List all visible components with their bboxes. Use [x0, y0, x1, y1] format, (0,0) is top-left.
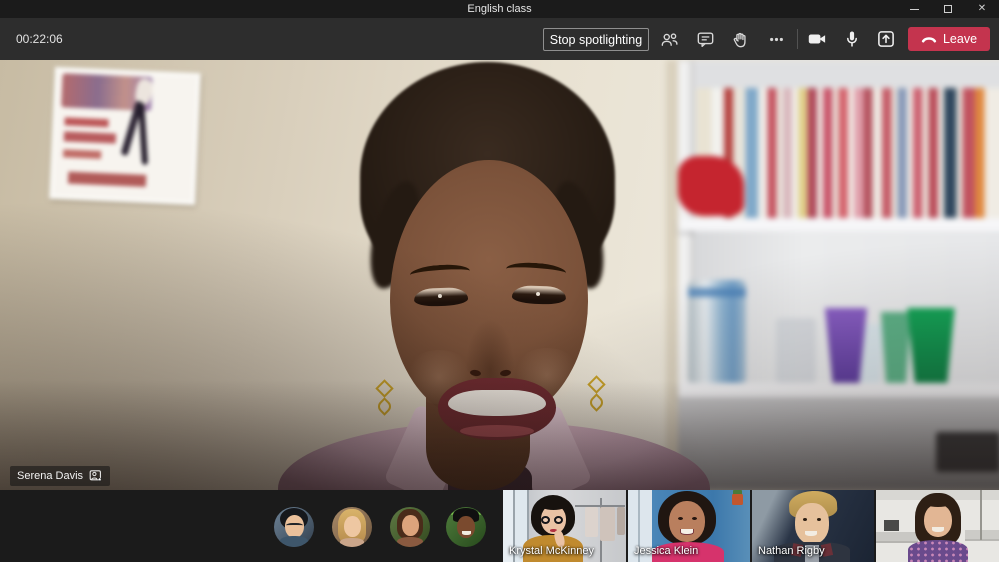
participant-avatar[interactable] [446, 507, 486, 547]
bookshelf [666, 60, 999, 490]
camera-icon [807, 29, 827, 49]
microphone-icon [842, 29, 862, 49]
raise-hand-icon [731, 30, 750, 49]
more-actions-icon [767, 30, 786, 49]
microphone-button[interactable] [838, 26, 866, 52]
minimize-button[interactable] [897, 0, 931, 18]
teams-meeting-window: English class ✕ 00:22:06 Stop spotlighti… [0, 0, 999, 562]
close-button[interactable]: ✕ [965, 0, 999, 18]
meeting-control-bar: 00:22:06 Stop spotlighting [0, 18, 999, 60]
participant-name: Jessica Klein [634, 545, 698, 557]
wall-poster [49, 67, 201, 205]
show-participants-button[interactable] [655, 26, 683, 52]
meeting-title: English class [0, 0, 999, 18]
participant-video[interactable]: Jessica Klein [628, 490, 750, 562]
toolbar-divider [797, 29, 798, 49]
spotlight-name: Serena Davis [17, 470, 83, 482]
minimize-icon [910, 9, 919, 10]
share-screen-button[interactable] [872, 26, 900, 52]
camera-button[interactable] [803, 26, 831, 52]
leave-button[interactable]: Leave [908, 27, 990, 51]
spotlight-icon [89, 469, 103, 483]
spotlight-video[interactable]: Serena Davis [0, 60, 999, 490]
meeting-timer: 00:22:06 [16, 18, 63, 60]
participant-name: Krystal McKinney [509, 545, 594, 557]
maximize-icon [944, 5, 952, 13]
close-icon: ✕ [978, 4, 986, 14]
raise-hand-button[interactable] [726, 26, 754, 52]
maximize-button[interactable] [931, 0, 965, 18]
participant-avatar[interactable] [390, 507, 430, 547]
leave-label: Leave [943, 32, 977, 46]
participant-video[interactable]: Krystal McKinney [503, 490, 626, 562]
hang-up-icon [921, 33, 937, 45]
more-actions-button[interactable] [762, 26, 790, 52]
participant-video[interactable]: Nathan Rigby [752, 490, 874, 562]
chat-icon [696, 30, 715, 49]
stop-spotlighting-button[interactable]: Stop spotlighting [543, 28, 649, 51]
spotlight-name-tag: Serena Davis [10, 466, 110, 486]
participant-avatar[interactable] [332, 507, 372, 547]
share-screen-icon [876, 29, 896, 49]
participants-icon [660, 30, 679, 49]
title-bar: English class ✕ [0, 0, 999, 18]
participants-bar: Krystal McKinney Jessica Klein Nathan Ri… [0, 490, 999, 562]
participant-avatar[interactable] [274, 507, 314, 547]
chat-button[interactable] [691, 26, 719, 52]
participant-video[interactable] [876, 490, 999, 562]
window-controls: ✕ [897, 0, 999, 18]
participant-name: Nathan Rigby [758, 545, 825, 557]
